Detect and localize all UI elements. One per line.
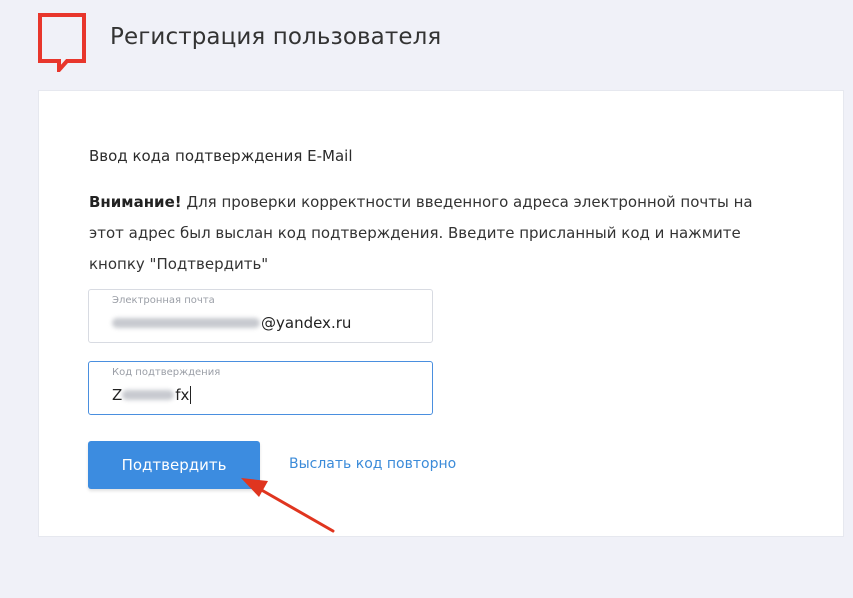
code-suffix: fx — [175, 386, 190, 404]
code-field-value[interactable]: Zfx — [112, 386, 192, 404]
notice-text: Для проверки корректности введенного адр… — [89, 193, 753, 273]
confirmation-notice: Внимание! Для проверки корректности введ… — [89, 187, 789, 280]
redacted-email-prefix — [112, 318, 260, 328]
confirmation-code-field[interactable]: Код подтверждения Zfx — [88, 361, 433, 415]
email-field-value[interactable]: @yandex.ru — [112, 314, 351, 332]
confirm-button[interactable]: Подтвердить — [88, 441, 260, 489]
redacted-code-middle — [122, 390, 175, 400]
code-field-label: Код подтверждения — [112, 367, 221, 378]
speech-bubble-logo-icon — [38, 13, 86, 72]
section-subtitle: Ввод кода подтверждения E-Mail — [89, 147, 353, 165]
resend-code-link[interactable]: Выслать код повторно — [289, 456, 456, 472]
code-prefix: Z — [112, 386, 123, 404]
email-field-label: Электронная почта — [112, 295, 215, 306]
email-field[interactable]: Электронная почта @yandex.ru — [88, 289, 433, 343]
page-title: Регистрация пользователя — [110, 24, 442, 50]
notice-bold-label: Внимание! — [89, 193, 182, 211]
text-caret — [190, 386, 192, 404]
page: Регистрация пользователя Ввод кода подтв… — [0, 0, 853, 598]
registration-card: Ввод кода подтверждения E-Mail Внимание!… — [38, 90, 844, 537]
email-domain: @yandex.ru — [261, 314, 352, 332]
